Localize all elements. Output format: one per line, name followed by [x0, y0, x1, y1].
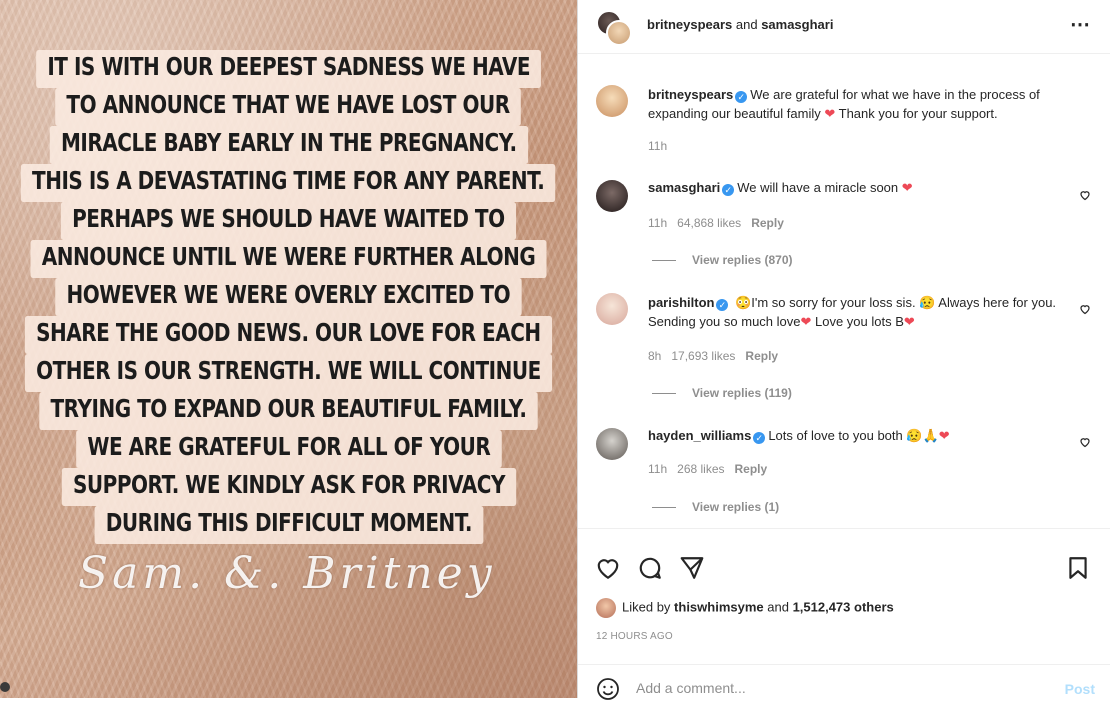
- likes-middle: and: [763, 599, 793, 615]
- comment-meta: 11h 268 likes Reply: [648, 462, 777, 476]
- flushed-face-emoji-icon: 😳: [735, 295, 752, 310]
- announcement-line: DURING THIS DIFFICULT MOMENT.: [94, 506, 483, 544]
- red-heart-emoji-icon: ❤: [901, 180, 913, 195]
- comment-like-heart-icon[interactable]: [1079, 189, 1091, 201]
- post-timestamp[interactable]: 12 HOURS AGO: [596, 631, 673, 642]
- likes-count[interactable]: 1,512,473 others: [793, 599, 894, 614]
- reply-button[interactable]: Reply: [735, 462, 768, 476]
- comment-username[interactable]: hayden_williams: [648, 428, 751, 443]
- comment-meta: 11h 64,868 likes Reply: [648, 216, 794, 230]
- comment-likes[interactable]: 268 likes: [677, 462, 724, 476]
- heart-outline-icon[interactable]: [595, 555, 621, 581]
- comment-meta: 8h 17,693 likes Reply: [648, 349, 788, 363]
- avatar[interactable]: [596, 598, 616, 618]
- announcement-line: OTHER IS OUR STRENGTH. WE WILL CONTINUE: [24, 354, 553, 392]
- avatar: [606, 20, 632, 46]
- comment-likes[interactable]: 64,868 likes: [677, 216, 741, 230]
- view-replies-button[interactable]: View replies (119): [652, 386, 792, 400]
- comment-time[interactable]: 8h: [648, 349, 661, 363]
- likes-summary: Liked by thiswhimsyme and 1,512,473 othe…: [596, 598, 894, 622]
- comment-body: We will have a miracle soon: [737, 180, 899, 195]
- verified-badge-icon: ✓: [735, 91, 748, 103]
- comment-bar: Post: [578, 664, 1110, 701]
- sad-face-emoji-icon: 😥: [906, 428, 923, 443]
- announcement-line: SUPPORT. WE KINDLY ASK FOR PRIVACY: [61, 468, 516, 506]
- comment-text: samasghari ✓ We will have a miracle soon ❤: [648, 178, 1093, 197]
- author-link[interactable]: samasghari: [761, 17, 833, 32]
- comment-like-heart-icon[interactable]: [1079, 436, 1091, 448]
- likes-prefix: Liked by: [622, 599, 675, 615]
- comment-time[interactable]: 11h: [648, 216, 667, 230]
- liker-username[interactable]: thiswhimsyme: [674, 599, 764, 614]
- post-authors: britneyspears and samasghari: [647, 17, 833, 32]
- post-image[interactable]: IT IS WITH OUR DEEPEST SADNESS WE HAVE T…: [0, 0, 577, 698]
- comment-text: parishilton ✓ 😳I'm so sorry for your loss…: [648, 293, 1093, 331]
- announcement-line: WE ARE GRATEFUL FOR ALL OF YOUR: [75, 430, 502, 468]
- announcement-line: TRYING TO EXPAND OUR BEAUTIFUL FAMILY.: [39, 392, 538, 430]
- caption-username[interactable]: britneyspears: [648, 87, 733, 102]
- caption-time[interactable]: 11h: [648, 139, 667, 153]
- post-header: britneyspears and samasghari ⋯: [578, 0, 1110, 54]
- comment-body-end: Love you lots B: [811, 314, 904, 329]
- announcement-line: THIS IS A DEVASTATING TIME FOR ANY PAREN…: [21, 164, 556, 202]
- bookmark-icon[interactable]: [1065, 555, 1091, 581]
- view-replies-label: View replies (870): [692, 253, 793, 267]
- avatar[interactable]: [596, 85, 628, 117]
- comment-bubble-icon[interactable]: [637, 555, 663, 581]
- announcement-line: SHARE THE GOOD NEWS. OUR LOVE FOR EACH: [25, 316, 553, 354]
- announcement-line: HOWEVER WE WERE OVERLY EXCITED TO: [55, 278, 522, 316]
- post-comment-button[interactable]: Post: [1065, 681, 1095, 697]
- announcement-line: IT IS WITH OUR DEEPEST SADNESS WE HAVE: [35, 50, 542, 88]
- verified-badge-icon: ✓: [753, 432, 766, 444]
- author-link[interactable]: britneyspears: [647, 17, 732, 32]
- red-heart-emoji-icon: ❤: [800, 314, 812, 329]
- paper-plane-icon[interactable]: [679, 555, 705, 581]
- view-replies-label: View replies (119): [692, 386, 792, 400]
- post-sidebar: britneyspears and samasghari ⋯ britneysp…: [577, 0, 1110, 701]
- praying-hands-emoji-icon: 🙏: [922, 428, 939, 443]
- announcement-line: PERHAPS WE SHOULD HAVE WAITED TO: [61, 202, 516, 240]
- verified-badge-icon: ✓: [716, 299, 729, 311]
- avatar[interactable]: [596, 428, 628, 460]
- comment-username[interactable]: samasghari: [648, 180, 720, 195]
- action-bar: [578, 528, 1110, 609]
- comment-body: Lots of love to you both: [768, 428, 903, 443]
- caption-body-end: Thank you for your support.: [835, 106, 998, 121]
- replies-divider: [652, 260, 676, 262]
- avatar[interactable]: [596, 180, 628, 212]
- carousel-indicator: [0, 682, 10, 692]
- author-connector: and: [732, 17, 762, 32]
- comment-username[interactable]: parishilton: [648, 295, 714, 310]
- collab-avatars[interactable]: [596, 10, 632, 46]
- comment-body: I'm so sorry for your loss sis.: [751, 295, 916, 310]
- view-replies-label: View replies (1): [692, 500, 780, 514]
- caption-meta: 11h: [648, 139, 677, 153]
- comment-text: hayden_williams ✓ Lots of love to you both…: [648, 426, 1093, 445]
- smiley-icon[interactable]: [596, 677, 620, 701]
- announcement-line: TO ANNOUNCE THAT WE HAVE LOST OUR: [55, 88, 522, 126]
- reply-button[interactable]: Reply: [751, 216, 784, 230]
- comment-input[interactable]: [636, 675, 1016, 701]
- announcement-text: IT IS WITH OUR DEEPEST SADNESS WE HAVE T…: [8, 50, 569, 544]
- red-heart-emoji-icon: ❤: [903, 314, 915, 329]
- comment-likes[interactable]: 17,693 likes: [671, 349, 735, 363]
- more-horizontal-icon[interactable]: ⋯: [1070, 12, 1091, 37]
- replies-divider: [652, 507, 676, 509]
- red-heart-emoji-icon: ❤: [824, 106, 836, 121]
- comment-time[interactable]: 11h: [648, 462, 667, 476]
- verified-badge-icon: ✓: [722, 184, 735, 196]
- sad-face-emoji-icon: 😥: [919, 295, 936, 310]
- view-replies-button[interactable]: View replies (870): [652, 253, 793, 267]
- avatar[interactable]: [596, 293, 628, 325]
- replies-divider: [652, 393, 676, 395]
- announcement-line: MIRACLE BABY EARLY IN THE PREGNANCY.: [49, 126, 528, 164]
- view-replies-button[interactable]: View replies (1): [652, 500, 779, 514]
- signature: Sam. &. Britney: [78, 548, 496, 599]
- announcement-line: ANNOUNCE UNTIL WE WERE FURTHER ALONG: [30, 240, 547, 278]
- comment-like-heart-icon[interactable]: [1079, 303, 1091, 315]
- caption-text: britneyspears ✓ We are grateful for what w…: [648, 85, 1093, 123]
- red-heart-emoji-icon: ❤: [938, 428, 950, 443]
- reply-button[interactable]: Reply: [745, 349, 778, 363]
